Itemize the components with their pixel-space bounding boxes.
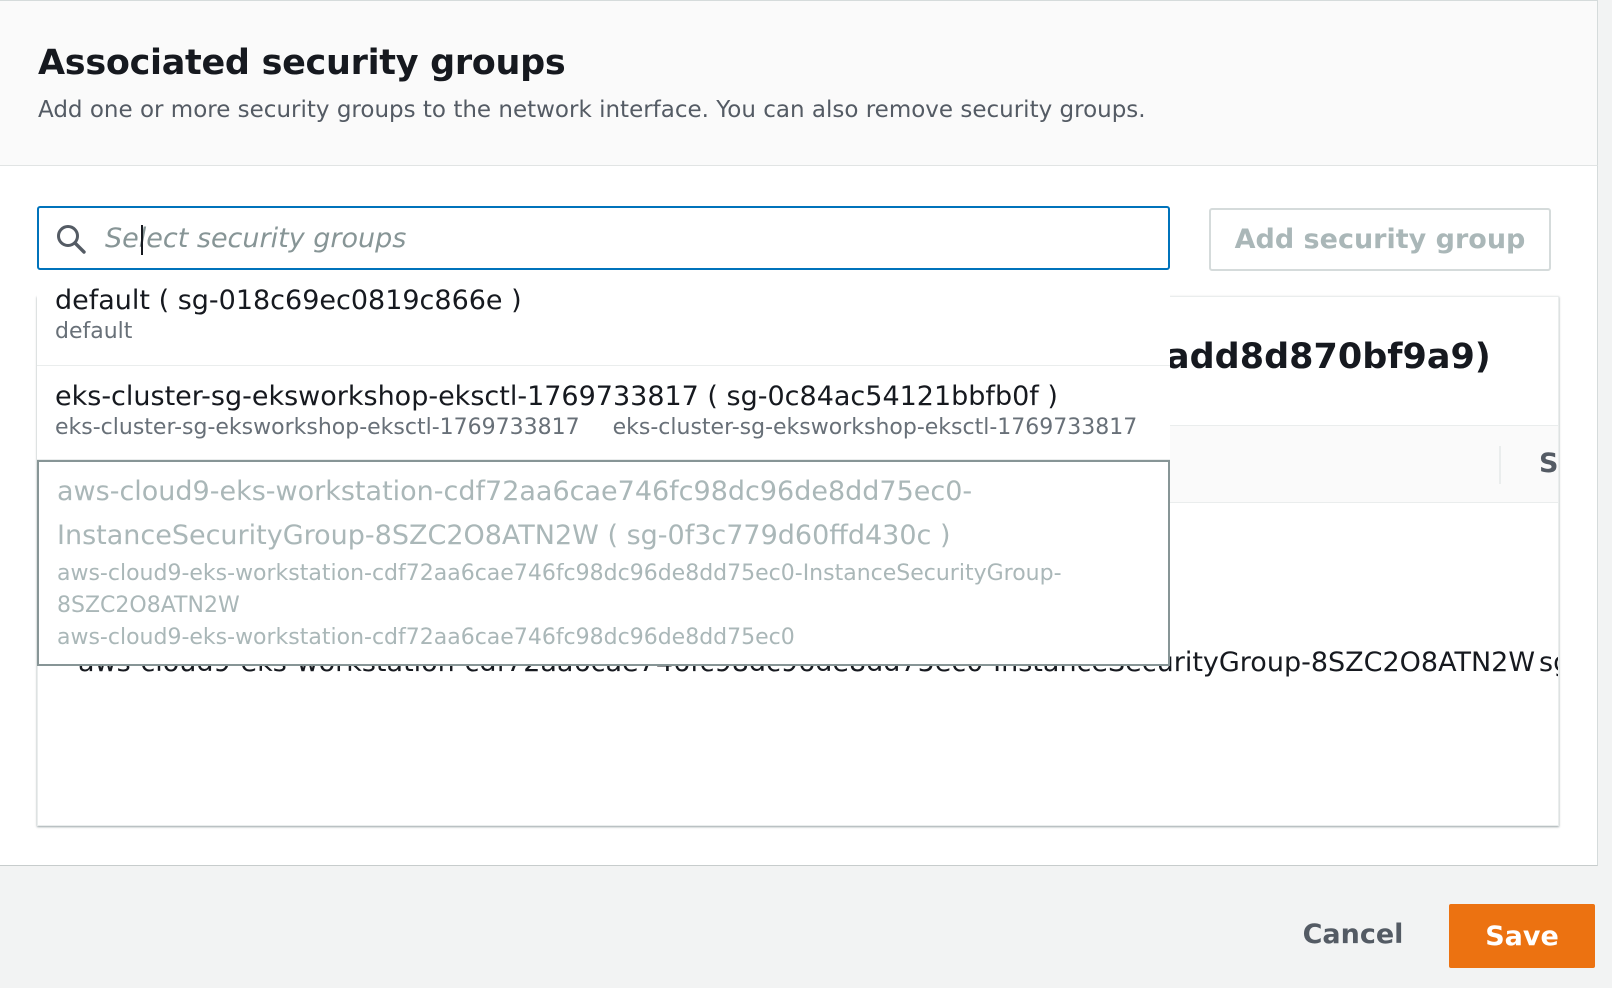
search-input[interactable] — [105, 220, 1145, 256]
column-divider[interactable] — [1499, 446, 1501, 484]
column-header-security-group-id[interactable]: Se — [1539, 448, 1558, 479]
search-icon — [55, 223, 87, 255]
dropdown-option-eks-cluster-sg[interactable]: eks-cluster-sg-eksworkshop-eksctl-176973… — [37, 366, 1170, 460]
table-cell-security-group-id: sg — [1539, 647, 1558, 678]
option-label: eks-cluster-sg-eksworkshop-eksctl-176973… — [55, 381, 1058, 412]
option-label: aws-cloud9-eks-workstation-cdf72aa6cae74… — [57, 476, 973, 551]
security-group-select[interactable] — [37, 206, 1170, 270]
dropdown-option-default[interactable]: default ( sg-018c69ec0819c866e ) default — [37, 270, 1170, 366]
security-group-dropdown: default ( sg-018c69ec0819c866e ) default… — [37, 270, 1170, 666]
section-description: Add one or more security groups to the n… — [38, 97, 1146, 123]
option-description: eks-cluster-sg-eksworkshop-eksctl-176973… — [55, 415, 580, 440]
section-title: Associated security groups — [38, 43, 566, 83]
add-security-group-button[interactable]: Add security group — [1209, 208, 1551, 271]
option-description: default — [55, 319, 133, 344]
save-button[interactable]: Save — [1449, 904, 1595, 968]
option-description: aws-cloud9-eks-workstation-cdf72aa6cae74… — [57, 561, 1062, 618]
cancel-button[interactable]: Cancel — [1298, 902, 1408, 966]
table-title: add8d870bf9a9) — [1166, 337, 1491, 377]
option-tag: eks-cluster-sg-eksworkshop-eksctl-176973… — [612, 415, 1138, 440]
section-header: Associated security groups Add one or mo… — [0, 0, 1598, 166]
dropdown-option-cloud9-sg: aws-cloud9-eks-workstation-cdf72aa6cae74… — [37, 460, 1170, 666]
option-tag: aws-cloud9-eks-workstation-cdf72aa6cae74… — [57, 625, 795, 650]
option-label: default ( sg-018c69ec0819c866e ) — [55, 285, 522, 316]
text-caret — [141, 225, 143, 255]
